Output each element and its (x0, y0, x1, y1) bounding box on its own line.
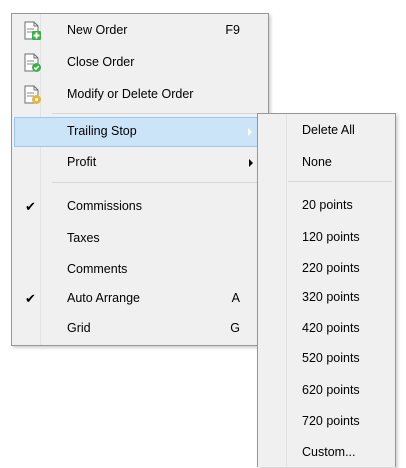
submenu-item-label: None (302, 155, 332, 169)
menu-item-modify-order[interactable]: Modify or Delete Order (12, 80, 268, 110)
menu-item-label: Taxes (67, 231, 100, 245)
shortcut-label: G (230, 321, 240, 335)
menu-item-label: Close Order (67, 55, 135, 69)
submenu-item-label: 520 points (302, 351, 360, 365)
submenu-item-label: 420 points (302, 321, 360, 335)
submenu-arrow-icon (249, 159, 253, 167)
submenu-item-label: 120 points (302, 230, 360, 244)
submenu-item-points[interactable]: 20 points (258, 191, 395, 221)
submenu-item-points[interactable]: 420 points (258, 314, 395, 344)
menu-item-label: Modify or Delete Order (67, 87, 194, 101)
submenu-item-points[interactable]: 520 points (258, 344, 395, 374)
submenu-item-label: 20 points (302, 198, 353, 212)
menu-item-label: New Order (67, 23, 128, 37)
menu-item-new-order[interactable]: New Order F9 (12, 16, 268, 46)
context-menu: New Order F9 Close Order Modify or Delet… (11, 13, 269, 346)
checkmark-icon: ✔ (25, 199, 36, 214)
submenu-item-points[interactable]: 720 points (258, 407, 395, 437)
menu-item-label: Grid (67, 321, 91, 335)
submenu-item-none[interactable]: None (258, 148, 395, 178)
shortcut-label: A (231, 291, 240, 305)
submenu-item-label: 620 points (302, 383, 360, 397)
submenu-item-custom[interactable]: Custom... (258, 438, 395, 468)
menu-item-taxes[interactable]: Taxes (12, 224, 268, 254)
submenu-item-label: 720 points (302, 414, 360, 428)
menu-item-grid[interactable]: Grid G (12, 314, 268, 344)
checkmark-icon: ✔ (25, 291, 36, 306)
submenu-item-delete-all[interactable]: Delete All (258, 116, 395, 146)
submenu-item-points[interactable]: 120 points (258, 223, 395, 253)
document-edit-icon (24, 85, 41, 104)
document-check-icon (24, 53, 41, 72)
menu-item-label: Commissions (67, 199, 143, 213)
menu-item-auto-arrange[interactable]: ✔ Auto Arrange A (12, 284, 268, 314)
menu-item-comments[interactable]: Comments (12, 255, 268, 285)
submenu-item-label: 220 points (302, 261, 360, 275)
menu-separator (288, 181, 392, 182)
submenu-item-points[interactable]: 220 points (258, 254, 395, 284)
menu-item-commissions[interactable]: ✔ Commissions (12, 192, 268, 222)
menu-item-profit[interactable]: Profit (12, 148, 268, 178)
shortcut-label: F9 (225, 23, 240, 37)
document-plus-icon (24, 21, 41, 40)
menu-separator (52, 182, 265, 183)
trailing-stop-submenu: Delete All None 20 points 120 points 220… (257, 113, 396, 467)
submenu-item-points[interactable]: 320 points (258, 283, 395, 313)
menu-item-close-order[interactable]: Close Order (12, 48, 268, 78)
menu-item-label: Comments (67, 262, 128, 276)
menu-item-label: Trailing Stop (67, 124, 137, 138)
submenu-item-label: Delete All (302, 123, 355, 137)
submenu-item-points[interactable]: 620 points (258, 376, 395, 406)
menu-item-trailing-stop[interactable]: Trailing Stop (14, 117, 266, 147)
menu-separator (52, 113, 265, 114)
menu-item-label: Auto Arrange (67, 291, 140, 305)
submenu-arrow-icon (248, 128, 252, 136)
menu-item-label: Profit (67, 155, 97, 169)
submenu-item-label: Custom... (302, 445, 356, 459)
submenu-item-label: 320 points (302, 290, 360, 304)
